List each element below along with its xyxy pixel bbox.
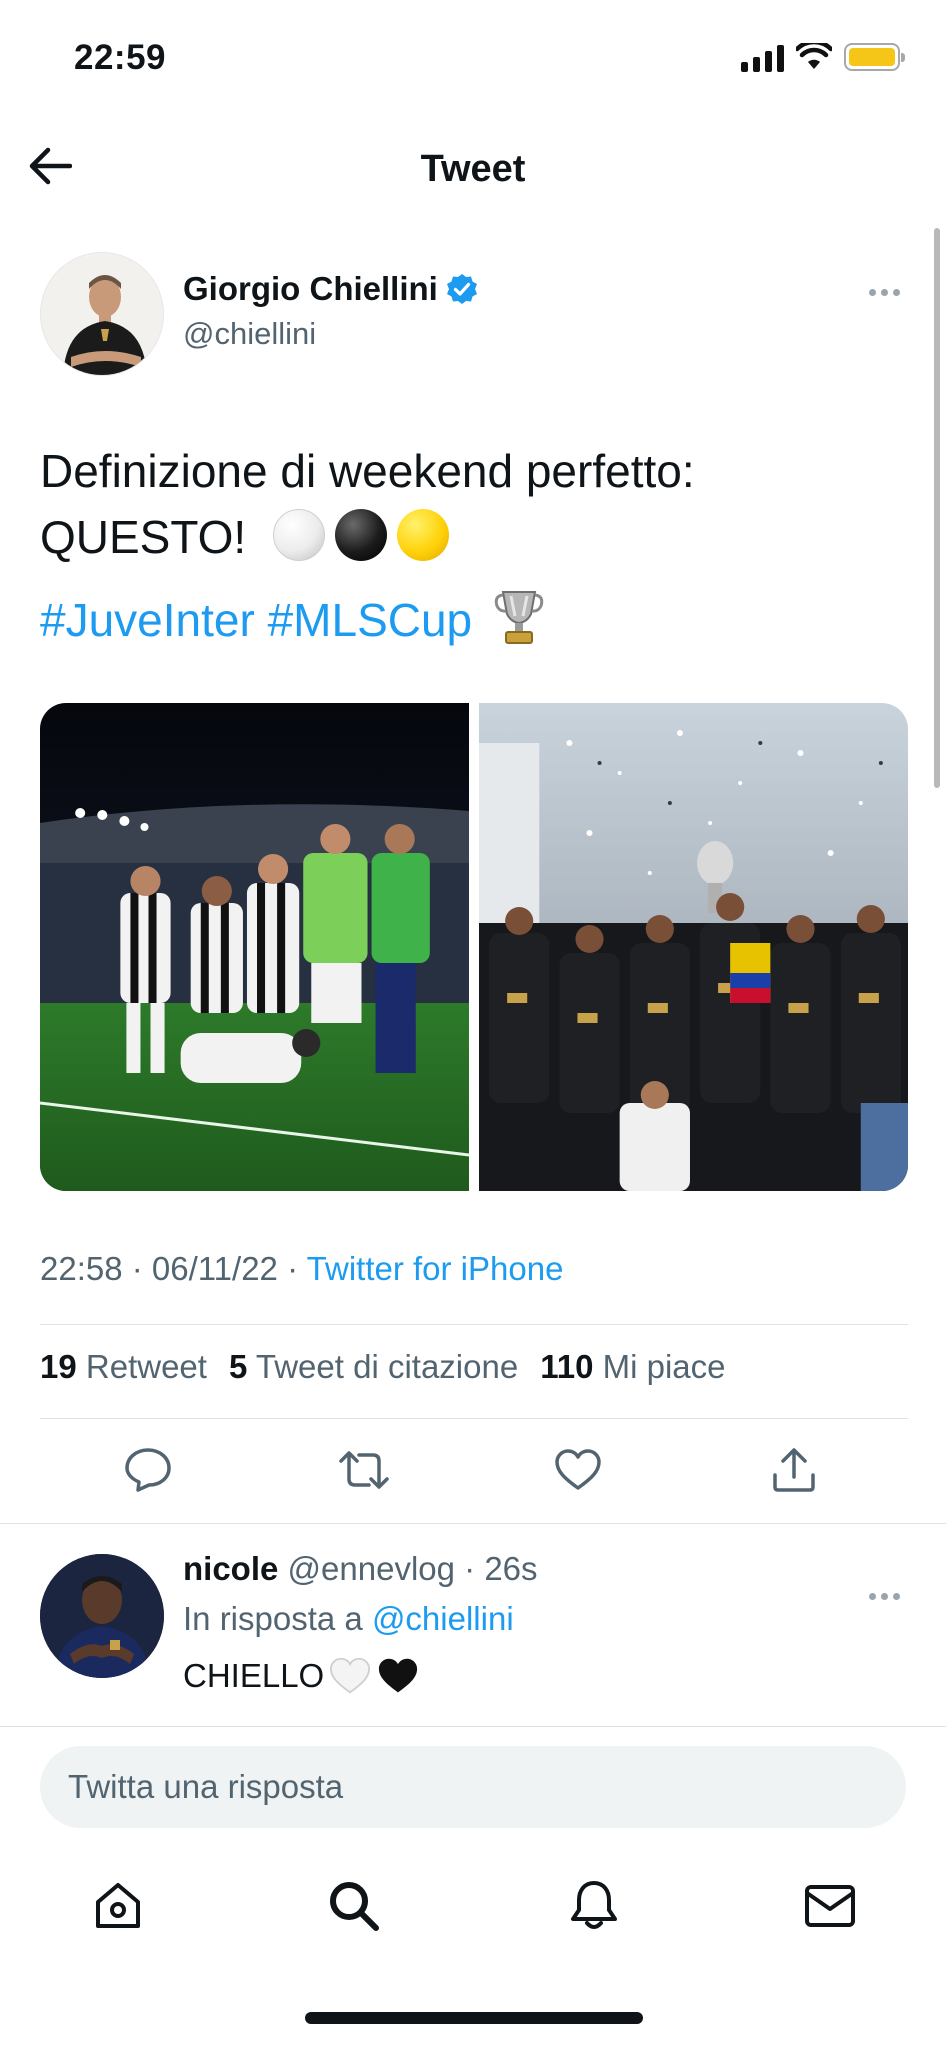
main-tweet: Giorgio Chiellini @chiellini Definizione…	[40, 250, 908, 1492]
reply-in-reply-to: In risposta a @chiellini	[183, 1600, 514, 1638]
retweets-stat[interactable]: 19 Retweet	[40, 1348, 207, 1386]
share-icon	[773, 1448, 815, 1492]
likes-stat[interactable]: 110 Mi piace	[540, 1348, 725, 1386]
likes-count: 110	[540, 1348, 594, 1385]
reply-to-prefix: In risposta a	[183, 1600, 372, 1637]
battery-icon	[844, 43, 905, 71]
tweet-source-link[interactable]: Twitter for iPhone	[307, 1250, 564, 1287]
reply-text: CHIELLO	[183, 1656, 420, 1696]
status-bar: 22:59	[0, 0, 946, 120]
reply-author-handle[interactable]: @ennevlog	[288, 1550, 455, 1587]
black-circle-emoji	[334, 509, 387, 561]
home-indicator[interactable]	[305, 2012, 643, 2024]
quote-tweets-stat[interactable]: 5 Tweet di citazione	[229, 1348, 518, 1386]
tweet-text-line2-words: QUESTO!	[40, 511, 247, 563]
hashtag-link[interactable]: #MLSCup	[268, 594, 473, 646]
home-icon	[96, 1883, 140, 1928]
retweets-count: 19	[40, 1348, 77, 1385]
mail-icon	[805, 1885, 855, 1927]
author-handle[interactable]: @chiellini	[183, 316, 316, 352]
quote-tweets-count: 5	[228, 1348, 248, 1385]
tweet-text-line2: QUESTO!	[40, 504, 908, 570]
page-title: Tweet	[420, 148, 526, 190]
share-button[interactable]	[764, 1440, 824, 1500]
tweet-timestamp: 22:58 · 06/11/22 ·	[40, 1250, 307, 1287]
bell-icon	[571, 1881, 617, 1929]
author-name: Giorgio Chiellini	[183, 270, 438, 307]
retweets-label: Retweet	[85, 1348, 207, 1385]
tweet-stats: 19 Retweet 5 Tweet di citazione 110 Mi p…	[40, 1348, 726, 1386]
reply-more-options-button[interactable]	[860, 1584, 908, 1608]
wifi-icon	[796, 43, 832, 69]
tweet-text: Definizione di weekend perfetto: QUESTO!	[40, 438, 908, 570]
author-name-row[interactable]: Giorgio Chiellini	[183, 270, 478, 308]
scrollbar[interactable]	[934, 228, 940, 788]
reply-time: · 26s	[464, 1550, 538, 1587]
reply-button[interactable]	[118, 1440, 178, 1500]
hashtag-link[interactable]: #JuveInter	[40, 594, 255, 646]
tweet-author-row: Giorgio Chiellini @chiellini	[40, 250, 908, 376]
yellow-circle-emoji	[396, 509, 449, 561]
media-photo-juventus[interactable]	[40, 703, 469, 1191]
retweet-icon	[339, 1451, 389, 1489]
verified-badge-icon	[446, 274, 477, 304]
divider	[40, 1324, 908, 1325]
divider	[40, 1418, 908, 1419]
tab-search[interactable]	[314, 1866, 394, 1946]
reply-avatar[interactable]	[40, 1554, 164, 1678]
reply-to-handle-link[interactable]: @chiellini	[372, 1600, 514, 1637]
tweet-text-line1: Definizione di weekend perfetto:	[40, 445, 695, 497]
tweet-hashtags: #JuveInter #MLSCup	[40, 588, 908, 650]
likes-label: Mi piace	[602, 1348, 726, 1385]
trophy-emoji-icon	[494, 591, 544, 644]
section-divider	[0, 1726, 946, 1727]
section-divider	[0, 1523, 946, 1524]
tweet-media-grid	[40, 703, 908, 1191]
like-button[interactable]	[548, 1440, 608, 1500]
bottom-tab-bar	[0, 1866, 946, 1946]
reply-header: nicole @ennevlog · 26s	[183, 1550, 538, 1588]
tab-messages[interactable]	[790, 1866, 870, 1946]
reply-text-words: CHIELLO	[183, 1657, 325, 1694]
media-photo-lafc-celebration[interactable]	[479, 703, 908, 1191]
white-circle-emoji	[272, 509, 325, 561]
quote-tweets-label: Tweet di citazione	[255, 1348, 519, 1385]
status-icons	[741, 42, 905, 72]
reply-icon	[125, 1448, 171, 1492]
cellular-signal-icon	[741, 42, 784, 72]
black-heart-emoji-icon	[379, 1658, 418, 1693]
tweet-meta: 22:58 · 06/11/22 · Twitter for iPhone	[40, 1250, 563, 1288]
reply-tweet[interactable]: nicole @ennevlog · 26s In risposta a @ch…	[40, 1550, 908, 1720]
tab-home[interactable]	[78, 1866, 158, 1946]
heart-icon	[555, 1449, 601, 1490]
retweet-button[interactable]	[334, 1440, 394, 1500]
search-icon	[330, 1882, 379, 1931]
reply-author-name[interactable]: nicole	[183, 1550, 278, 1587]
nav-header: Tweet	[0, 120, 946, 220]
reply-compose-input[interactable]: Twitta una risposta	[40, 1746, 906, 1828]
tweet-actions	[40, 1440, 908, 1504]
status-time: 22:59	[74, 38, 167, 77]
more-options-button[interactable]	[860, 280, 908, 304]
tab-notifications[interactable]	[554, 1866, 634, 1946]
author-avatar[interactable]	[40, 252, 164, 376]
white-heart-emoji-icon	[330, 1657, 371, 1694]
reply-compose-placeholder: Twitta una risposta	[68, 1768, 344, 1805]
